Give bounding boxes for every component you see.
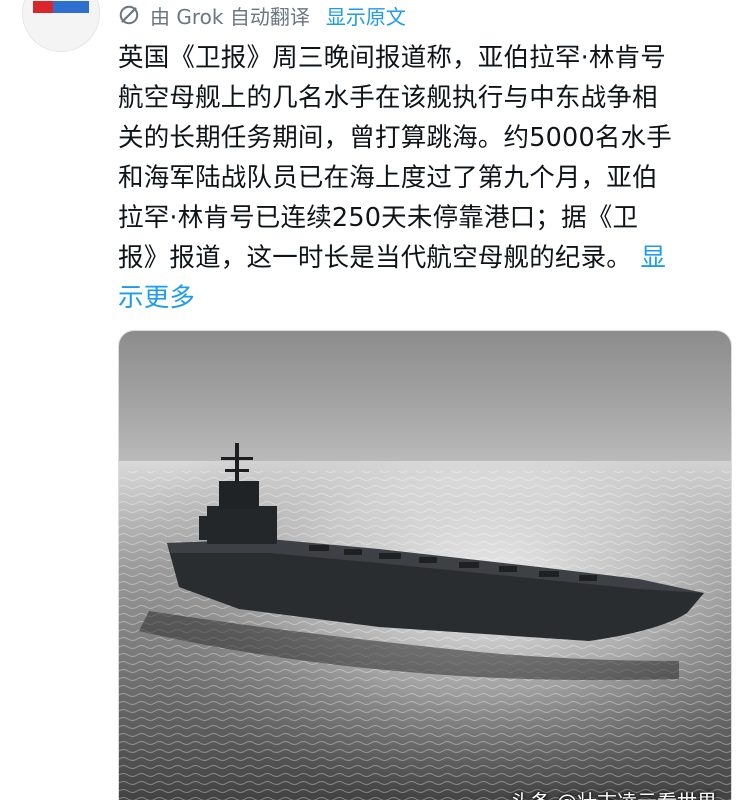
post-line: 航空母舰上的几名水手在该舰执行与中东战争相 bbox=[118, 83, 658, 113]
grok-icon bbox=[119, 5, 139, 25]
translation-bar: 由 Grok 自动翻译 显示原文 bbox=[118, 1, 406, 30]
mast-arm-lower bbox=[225, 469, 249, 472]
post-line: 英国《卫报》周三晚间报道称，亚伯拉罕·林肯号 bbox=[118, 43, 667, 73]
show-more-link[interactable]: 显 bbox=[640, 243, 666, 273]
sky bbox=[119, 331, 731, 481]
aircraft-carrier-photo bbox=[119, 331, 731, 800]
post-image[interactable]: 头条 @壮志凌云看世界 bbox=[118, 330, 732, 800]
show-original-link[interactable]: 显示原文 bbox=[326, 1, 406, 30]
post-line: 和海军陆战队员已在海上度过了第九个月，亚伯 bbox=[118, 163, 658, 193]
island-tower bbox=[219, 481, 259, 509]
post-line: 拉罕·林肯号已连续250天未停靠港口；据《卫 bbox=[118, 203, 639, 233]
avatar-logo-red bbox=[33, 1, 53, 13]
post-last-text: 报》报道，这一时长是当代航空母舰的纪录。 bbox=[118, 243, 633, 273]
mast bbox=[235, 443, 239, 483]
carrier-island bbox=[207, 506, 277, 544]
mast-arm bbox=[221, 457, 253, 460]
post-page: 由 Grok 自动翻译 显示原文 英国《卫报》周三晚间报道称，亚伯拉罕·林肯号 … bbox=[0, 0, 750, 800]
post-line: 关的长期任务期间，曾打算跳海。约5000名水手 bbox=[118, 123, 672, 153]
show-more-link-cont[interactable]: 示更多 bbox=[118, 283, 195, 313]
post-line-last: 报》报道，这一时长是当代航空母舰的纪录。 显 bbox=[118, 238, 718, 278]
island-side bbox=[199, 516, 209, 540]
watermark-text: 头条 @壮志凌云看世界 bbox=[511, 786, 717, 800]
avatar[interactable] bbox=[22, 0, 100, 52]
avatar-logo-sub bbox=[33, 15, 89, 21]
post-line-show-more: 示更多 bbox=[118, 278, 718, 318]
post-text: 英国《卫报》周三晚间报道称，亚伯拉罕·林肯号 航空母舰上的几名水手在该舰执行与中… bbox=[118, 38, 718, 318]
translation-label: 由 Grok 自动翻译 bbox=[150, 4, 310, 29]
